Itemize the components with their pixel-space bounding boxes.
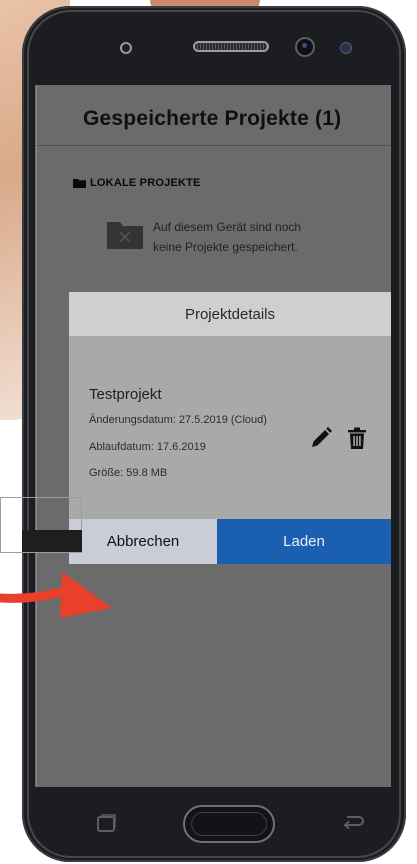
pencil-icon[interactable]	[309, 426, 333, 450]
iris-sensor-icon	[340, 42, 352, 54]
dialog-title: Projektdetails	[69, 292, 391, 336]
front-camera-icon	[295, 37, 315, 57]
expiry-date: Ablaufdatum: 17.6.2019	[89, 441, 206, 453]
trash-icon[interactable]	[347, 427, 367, 449]
cancel-button[interactable]: Abbrechen	[69, 519, 217, 564]
dialog-body: Testprojekt Änderungsdatum: 27.5.2019 (C…	[69, 336, 391, 520]
back-icon[interactable]	[341, 813, 365, 831]
device-nav-bar	[35, 787, 391, 847]
screen-edge-line	[36, 85, 37, 787]
home-button[interactable]	[183, 805, 275, 843]
project-details-dialog: Projektdetails Testprojekt Änderungsdatu…	[69, 292, 391, 564]
phone-screen: Gespeicherte Projekte (1) LOKALE PROJEKT…	[35, 85, 391, 787]
load-button[interactable]: Laden	[217, 519, 391, 564]
earpiece-speaker	[193, 41, 269, 52]
project-name: Testprojekt	[89, 386, 162, 403]
recent-apps-icon[interactable]	[95, 813, 117, 833]
highlight-box-tab	[22, 530, 82, 552]
project-size: Größe: 59.8 MB	[89, 467, 168, 479]
dialog-buttons: Abbrechen Laden	[69, 519, 391, 564]
modified-date: Änderungsdatum: 27.5.2019 (Cloud)	[89, 414, 267, 426]
proximity-sensor-icon	[120, 42, 132, 54]
red-arrow-icon	[0, 572, 112, 618]
